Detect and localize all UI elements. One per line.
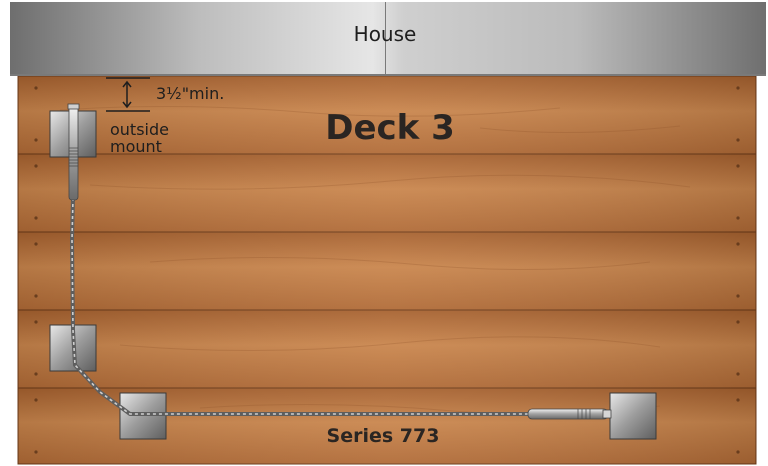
right-end-fitting	[527, 408, 612, 420]
deck-cable-diagram: House Deck 3 Series 773 3½"min. outside …	[0, 0, 768, 466]
house-label: House	[353, 22, 417, 46]
deck-title: Deck 3	[325, 108, 455, 148]
mount-label-line1: outside	[110, 120, 169, 139]
series-label: Series 773	[326, 425, 440, 447]
post-bottom-right	[609, 392, 657, 440]
mount-label-line2: mount	[110, 137, 162, 156]
outside-mount-label: outside mount	[110, 121, 169, 155]
min-spacing-label: 3½"min.	[156, 84, 225, 103]
top-end-fitting	[67, 103, 80, 201]
